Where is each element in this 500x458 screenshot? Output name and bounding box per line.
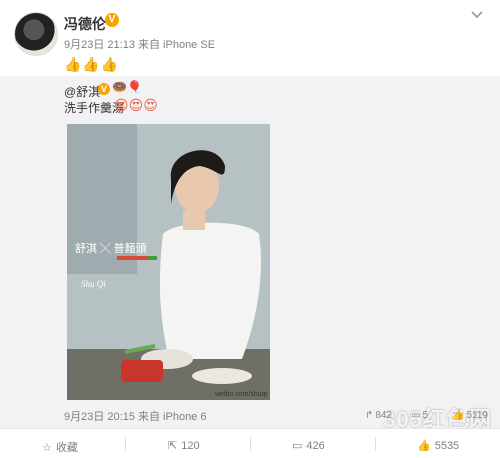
avatar[interactable] xyxy=(14,12,58,56)
repost-count: 120 xyxy=(181,439,200,452)
post-body: 👍👍👍 xyxy=(64,56,120,72)
photo-overlay-names: 舒淇 ╳ 普麵頭 xyxy=(75,241,147,255)
repost-stat-likes[interactable]: 👍 5119 xyxy=(452,410,488,421)
favorite-label: 收藏 xyxy=(55,442,78,454)
comment-icon: ▭ xyxy=(292,440,303,452)
like-count: 5535 xyxy=(434,439,460,452)
emoji-icons: 🍩🎈 xyxy=(112,80,142,94)
like-count-icon: 👍 xyxy=(452,410,465,421)
photo-illustration: 舒淇 ╳ 普麵頭 Shu Qi weibo.com/shuqi xyxy=(67,124,270,400)
repost-meta: 9月23日 20:15 来自 iPhone 6 xyxy=(64,411,207,423)
repost-button[interactable]: ⇱ 120 xyxy=(168,439,200,453)
star-icon: ☆ xyxy=(42,441,52,454)
post-photo[interactable]: 舒淇 ╳ 普麵頭 Shu Qi weibo.com/shuqi xyxy=(67,124,270,400)
photo-overlay-en: Shu Qi xyxy=(81,279,106,289)
repost-icon: ⇱ xyxy=(168,440,178,452)
comment-button[interactable]: ▭ 426 xyxy=(292,439,325,453)
author-name[interactable]: 冯德伦 xyxy=(64,14,106,34)
repost-count-icon: ↱ xyxy=(364,410,374,421)
photo-credit: weibo.com/shuqi xyxy=(214,391,268,398)
repost-stat-comments[interactable]: ▭ 5 xyxy=(411,410,428,421)
chevron-down-icon[interactable] xyxy=(470,8,484,22)
action-bar: ☆ 收藏 ⇱ 120 ▭ 426 👍 5535 xyxy=(0,428,500,458)
mention-link[interactable]: @舒淇 xyxy=(64,83,100,100)
post-meta: 9月23日 21:13 来自 iPhone SE xyxy=(64,39,216,51)
verified-badge-icon: V xyxy=(105,13,119,27)
color-bar-green xyxy=(147,256,157,260)
comment-count-icon: ▭ xyxy=(410,410,421,421)
favorite-button[interactable]: ☆ 收藏 xyxy=(42,439,78,455)
thumbs-up-icon: 👍 xyxy=(417,440,431,452)
repost-stat-reposts[interactable]: ↱ 842 xyxy=(365,410,392,421)
comment-count: 426 xyxy=(306,439,325,452)
like-button[interactable]: 👍 5535 xyxy=(417,439,460,453)
verified-badge-icon: V xyxy=(98,83,110,95)
heart-eyes-emoji: 😍😍😍 xyxy=(114,97,158,113)
color-bar-red xyxy=(117,256,147,260)
